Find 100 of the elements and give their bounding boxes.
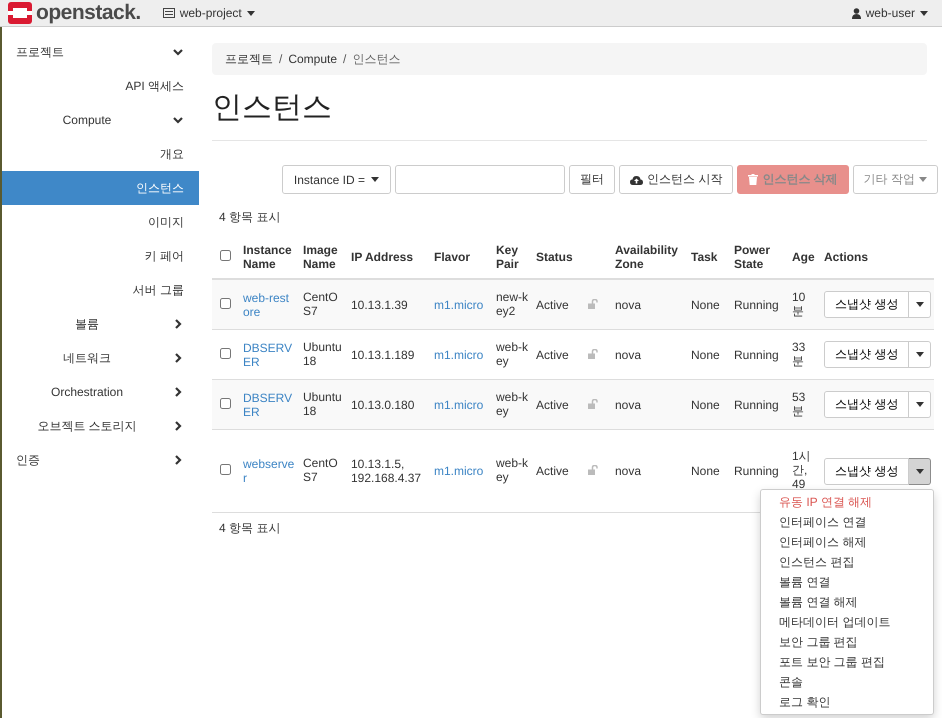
table-cell: nova [611,380,687,430]
nav-section[interactable]: 네트워크 [2,341,199,375]
table-cell: CentOS7 [299,430,347,512]
nav-section[interactable]: 볼륨 [2,307,199,341]
nav-section[interactable]: Orchestration [2,375,199,409]
breadcrumb-item[interactable]: Compute [288,52,338,66]
breadcrumb-item[interactable]: 프로젝트 [225,50,273,68]
nav-item[interactable]: API 액세스 [2,69,199,103]
page-title: 인스턴스 [212,90,333,126]
table-cell: web-key [492,380,532,430]
nav-item[interactable]: 키 페어 [2,239,199,273]
table-cell: 53분 [788,380,820,430]
dropdown-toggle[interactable] [909,391,932,418]
trash-icon [748,174,758,185]
table-cell: 10.13.0.180 [347,380,430,430]
nav-item[interactable]: 서버 그룹 [2,273,199,307]
table-cell: Active [532,279,584,330]
snapshot-button[interactable]: 스냅샷 생성 [824,341,910,368]
menu-item[interactable]: 포트 보안 그룹 편집 [761,652,933,672]
lock-icon [588,398,598,408]
dropdown-toggle[interactable] [909,291,932,318]
row-checkbox[interactable] [220,348,231,358]
list-icon [162,8,175,18]
table-cell: 10분 [788,279,820,330]
nav-section[interactable]: Compute [2,103,199,137]
menu-item[interactable]: 메타데이터 업데이트 [761,612,933,632]
row-checkbox[interactable] [220,464,231,475]
caret-icon [916,352,924,357]
launch-button[interactable]: 인스턴스 시작 [618,165,734,194]
caret-icon [920,10,928,16]
breadcrumb-separator: / [279,52,282,66]
column-header: Key Pair [492,236,532,279]
menu-item[interactable]: 콘솔 [761,672,933,692]
table-cell: nova [611,430,687,512]
lock-icon [588,298,598,308]
dropdown-toggle[interactable] [909,458,932,484]
column-header: Status [532,236,611,279]
column-header: Instance Name [239,236,299,279]
menu-item[interactable]: 보안 그룹 편집 [761,632,933,652]
column-header: IP Address [347,236,430,279]
dropdown-toggle[interactable] [909,341,932,368]
caret-icon [916,302,924,307]
menu-item[interactable]: 로그 확인 [761,692,933,712]
row-checkbox[interactable] [220,298,231,308]
chevron-down-icon [172,114,184,126]
snapshot-button[interactable]: 스냅샷 생성 [824,458,910,484]
breadcrumb-item: 인스턴스 [352,50,400,68]
table-cell: CentOS7 [299,279,347,330]
menu-item[interactable]: 인스턴스 편집 [761,552,933,572]
logo-text: openstack. [36,1,141,25]
menu-item[interactable]: 볼륨 연결 [761,572,933,592]
table-cell: 10.13.1.39 [347,279,430,330]
select-all-checkbox[interactable] [220,250,231,261]
table-cell: Ubuntu18 [299,380,347,430]
logo-icon [8,2,32,24]
table-cell: 10.13.1.5, 192.168.4.37 [347,430,430,512]
snapshot-button[interactable]: 스냅샷 생성 [824,291,910,318]
row-checkbox[interactable] [220,398,231,408]
table-cell: nova [611,279,687,330]
menu-item[interactable]: 인터페이스 연결 [761,512,933,532]
column-header: Power State [730,236,788,279]
menu-item[interactable]: 볼륨 연결 해제 [761,592,933,612]
caret-icon [370,177,379,182]
filter-select[interactable]: Instance ID = [282,165,391,194]
table-cell: Running [730,279,788,330]
chevron-right-icon [172,318,184,330]
snapshot-button[interactable]: 스냅샷 생성 [824,391,910,418]
instance-link[interactable]: webserver [243,457,295,485]
nav-item[interactable]: 이미지 [2,205,199,239]
chevron-right-icon [172,386,184,398]
table-cell: None [687,430,730,512]
user-icon [852,8,861,18]
lock-icon [588,465,598,475]
instance-link[interactable]: DBSERVER [243,340,295,368]
chevron-right-icon [172,454,184,466]
menu-item[interactable]: 인터페이스 해제 [761,532,933,552]
nav-section[interactable]: 프로젝트 [2,35,199,69]
item-count: 4 항목 표시 [219,520,280,537]
nav-item[interactable]: 개요 [2,137,199,171]
column-header: Availability Zone [611,236,687,279]
column-header: Actions [820,236,934,279]
flavor-link[interactable]: m1.micro [434,348,488,362]
nav-section[interactable]: 오브젝트 스토리지 [2,409,199,443]
column-header: Age [788,236,820,279]
cloud-upload-icon [630,174,643,184]
chevron-right-icon [172,420,184,432]
breadcrumb-separator: / [343,52,346,66]
filter-input-field[interactable] [394,165,565,194]
chevron-down-icon [172,46,184,58]
nav-section[interactable]: 인증 [2,443,199,477]
table-cell: new-key2 [492,279,532,330]
project-selector[interactable]: web-project [162,6,255,20]
caret-icon [916,468,924,474]
filter-button[interactable]: 필터 [568,165,615,194]
column-header: Task [687,236,730,279]
nav-item[interactable]: 인스턴스 [2,171,199,205]
user-menu[interactable]: web-user [852,6,928,20]
table-cell: Running [730,380,788,430]
flavor-link[interactable]: m1.micro [434,464,488,478]
table-cell: Active [532,430,584,512]
